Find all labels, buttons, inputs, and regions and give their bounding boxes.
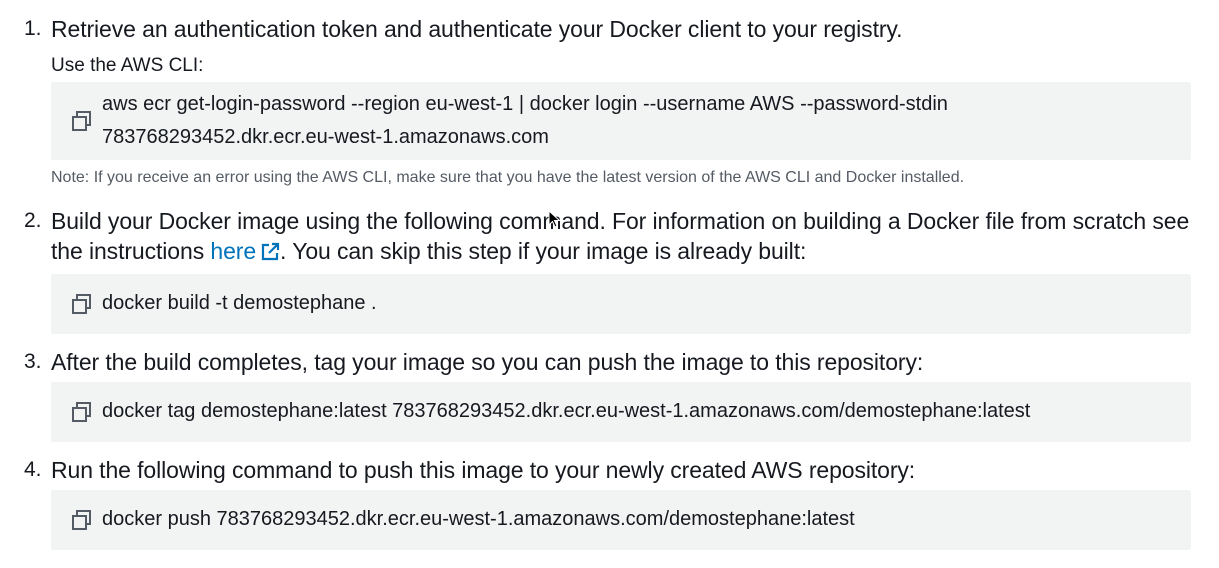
step-number: 4.: [24, 458, 42, 481]
step-number: 3.: [24, 350, 42, 373]
command-text: docker build -t demostephane .: [102, 292, 377, 314]
step-text-after: . You can skip this step if your image i…: [280, 238, 807, 264]
command-text: aws ecr get-login-password --region eu-w…: [102, 88, 1175, 154]
external-link-icon: [260, 239, 280, 261]
step-number: 2.: [24, 209, 42, 232]
command-block: docker build -t demostephane .: [51, 274, 1191, 334]
command-text: docker tag demostephane:latest 783768293…: [102, 400, 1031, 422]
command-line: aws ecr get-login-password --region eu-w…: [102, 93, 948, 115]
command-line: 783768293452.dkr.ecr.eu-west-1.amazonaws…: [102, 126, 549, 148]
mouse-cursor-icon: [548, 209, 562, 228]
step-text: After the build completes, tag your imag…: [51, 349, 924, 375]
step-number: 1.: [24, 17, 42, 40]
copy-icon[interactable]: [71, 293, 93, 315]
step-text: Retrieve an authentication token and aut…: [51, 16, 903, 42]
copy-icon[interactable]: [71, 401, 93, 423]
note-text: Note: If you receive an error using the …: [51, 169, 965, 186]
command-block: docker tag demostephane:latest 783768293…: [51, 382, 1191, 442]
cli-label: Use the AWS CLI:: [51, 55, 204, 76]
copy-icon[interactable]: [71, 110, 93, 132]
command-text: docker push 783768293452.dkr.ecr.eu-west…: [102, 508, 855, 530]
command-block: docker push 783768293452.dkr.ecr.eu-west…: [51, 490, 1191, 550]
command-block: aws ecr get-login-password --region eu-w…: [51, 82, 1191, 160]
copy-icon[interactable]: [71, 509, 93, 531]
link-label: here: [210, 238, 257, 264]
here-link[interactable]: here: [210, 238, 280, 264]
step-text: Run the following command to push this i…: [51, 457, 916, 483]
step-text: Build your Docker image using the follow…: [51, 206, 1191, 266]
